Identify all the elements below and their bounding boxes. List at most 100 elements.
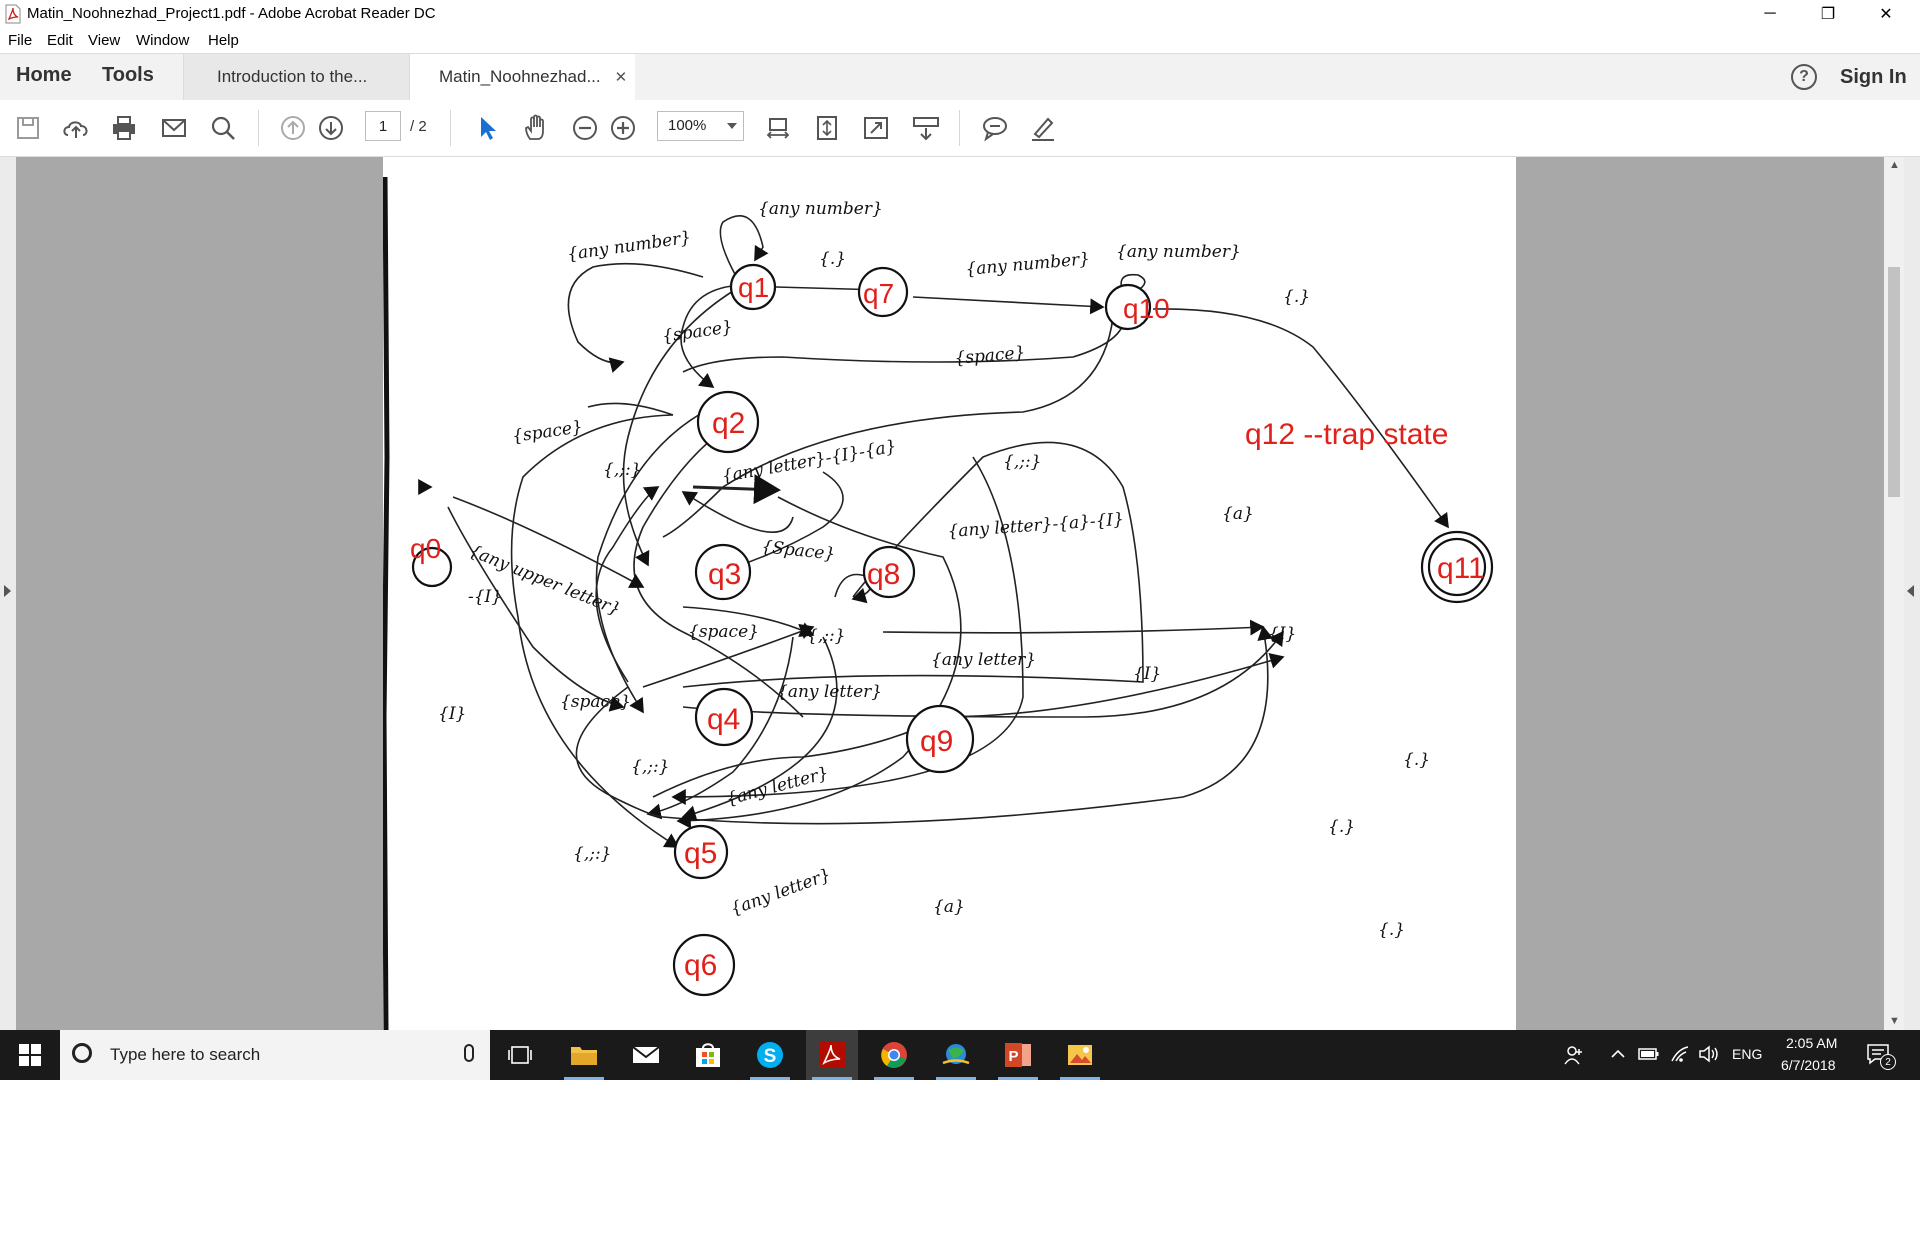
chrome-button[interactable] xyxy=(868,1030,920,1080)
transition-label: {Space} xyxy=(760,537,836,565)
chevron-down-icon xyxy=(727,123,737,129)
scroll-up-icon[interactable]: ▲ xyxy=(1889,159,1900,171)
photos-app-button[interactable] xyxy=(1054,1030,1106,1080)
tab-document-introduction-label: Introduction to the... xyxy=(217,67,368,86)
state-q3-label: q3 xyxy=(708,558,741,591)
transition-label: {.} xyxy=(1403,750,1430,770)
help-icon[interactable]: ? xyxy=(1791,64,1817,90)
transition-label: {space} xyxy=(661,317,734,347)
vertical-scrollbar[interactable]: ▲ ▼ xyxy=(1884,157,1904,1030)
fit-page-icon[interactable] xyxy=(763,113,793,143)
notification-count-badge: 2 xyxy=(1880,1054,1896,1070)
chrome-icon xyxy=(881,1042,907,1068)
taskbar-search-box[interactable]: Type here to search xyxy=(60,1030,490,1080)
zoom-in-icon[interactable] xyxy=(608,113,638,143)
tab-document-matin[interactable]: Matin_Noohnezhad... ✕ xyxy=(410,54,635,100)
scroll-down-icon[interactable]: ▼ xyxy=(1889,1015,1900,1027)
full-screen-icon[interactable] xyxy=(861,113,891,143)
zoom-level-value: 100% xyxy=(668,117,707,134)
transition-label: {space} xyxy=(688,622,759,642)
acrobat-taskbar-button[interactable] xyxy=(806,1030,858,1080)
globe-app-icon xyxy=(942,1044,970,1065)
acrobat-icon xyxy=(819,1042,845,1068)
battery-icon[interactable] xyxy=(1638,1047,1660,1061)
action-center-button[interactable]: 2 xyxy=(1866,1042,1896,1070)
search-placeholder: Type here to search xyxy=(110,1045,261,1064)
mail-button[interactable] xyxy=(620,1030,672,1080)
select-cursor-icon[interactable] xyxy=(472,113,502,143)
powerpoint-button[interactable]: P xyxy=(992,1030,1044,1080)
tab-document-introduction[interactable]: Introduction to the... xyxy=(183,54,410,100)
clock-time[interactable]: 2:05 AM xyxy=(1786,1035,1837,1051)
trap-state-note: q12 --trap state xyxy=(1245,418,1448,451)
people-icon[interactable] xyxy=(1563,1044,1585,1066)
transition-label: {space} xyxy=(954,343,1026,369)
zoom-out-icon[interactable] xyxy=(570,113,600,143)
minimize-button[interactable]: ─ xyxy=(1741,0,1799,28)
automaton-diagram: q0 q1 q7 q10 q2 q3 q8 q11 q4 q9 q5 q6 q1… xyxy=(383,176,1494,1030)
transition-label: {I} xyxy=(1133,664,1161,684)
next-page-icon[interactable] xyxy=(316,113,346,143)
input-language[interactable]: ENG xyxy=(1732,1046,1762,1062)
skype-button[interactable]: S xyxy=(744,1030,796,1080)
skype-icon: S xyxy=(757,1042,783,1068)
windows-taskbar: Type here to search S P ENG 2:05 AM 6/7/… xyxy=(0,1030,1920,1080)
menu-window[interactable]: Window xyxy=(136,32,189,49)
chevron-up-icon[interactable] xyxy=(1610,1047,1626,1061)
toolbar-separator xyxy=(450,110,451,146)
state-q4-label: q4 xyxy=(707,703,740,736)
microphone-icon[interactable] xyxy=(464,1044,474,1062)
store-button[interactable] xyxy=(682,1030,734,1080)
close-tab-icon[interactable]: ✕ xyxy=(615,68,628,86)
previous-page-icon[interactable] xyxy=(278,113,308,143)
close-window-button[interactable]: ✕ xyxy=(1857,0,1915,28)
scrollbar-thumb[interactable] xyxy=(1888,267,1900,497)
powerpoint-icon: P xyxy=(1005,1043,1031,1067)
transition-label: {,;:} xyxy=(573,844,612,864)
left-panel-toggle[interactable] xyxy=(0,157,16,1030)
restore-button[interactable]: ❐ xyxy=(1799,0,1857,28)
task-view-icon xyxy=(508,1046,532,1064)
tab-home[interactable]: Home xyxy=(16,64,72,87)
print-icon[interactable] xyxy=(109,113,139,143)
transition-label: {.} xyxy=(1283,287,1310,307)
start-button[interactable] xyxy=(0,1030,60,1080)
highlight-pen-icon[interactable] xyxy=(1028,113,1058,143)
transition-label: {.} xyxy=(819,249,846,269)
zoom-level-select[interactable]: 100% xyxy=(657,111,744,141)
wifi-icon[interactable] xyxy=(1670,1045,1690,1063)
menu-view[interactable]: View xyxy=(88,32,120,49)
state-q7-label: q7 xyxy=(863,278,894,309)
hand-tool-icon[interactable] xyxy=(521,113,551,143)
right-panel-toggle[interactable] xyxy=(1904,157,1920,1030)
read-mode-icon[interactable] xyxy=(911,113,941,143)
transition-label: {space} xyxy=(511,417,584,447)
mail-icon xyxy=(632,1046,660,1063)
transition-label: {space} xyxy=(560,692,631,712)
transition-label: {any number} xyxy=(758,199,883,219)
comment-icon[interactable] xyxy=(980,113,1010,143)
cortana-icon xyxy=(72,1043,92,1063)
windows-logo-icon xyxy=(19,1044,41,1066)
scrolling-mode-icon[interactable] xyxy=(812,113,842,143)
menu-edit[interactable]: Edit xyxy=(47,32,73,49)
page-number-input[interactable]: 1 xyxy=(365,111,401,141)
tab-tools[interactable]: Tools xyxy=(102,64,154,87)
speaker-icon[interactable] xyxy=(1698,1045,1720,1063)
upload-cloud-icon[interactable] xyxy=(61,113,91,143)
email-icon[interactable] xyxy=(159,113,189,143)
save-icon[interactable] xyxy=(13,113,43,143)
network-app-button[interactable] xyxy=(930,1030,982,1080)
menu-file[interactable]: File xyxy=(8,32,32,49)
menu-help[interactable]: Help xyxy=(208,32,239,49)
task-view-button[interactable] xyxy=(494,1030,546,1080)
state-q8-label: q8 xyxy=(867,558,900,591)
state-q0-label: q0 xyxy=(410,533,441,564)
search-icon[interactable] xyxy=(208,113,238,143)
transition-label: {any number} xyxy=(1116,242,1241,262)
transition-label: {,;:} xyxy=(631,757,670,777)
sign-in-button[interactable]: Sign In xyxy=(1840,66,1907,89)
clock-date[interactable]: 6/7/2018 xyxy=(1781,1057,1836,1073)
picture-app-icon xyxy=(1068,1045,1092,1065)
file-explorer-button[interactable] xyxy=(558,1030,610,1080)
